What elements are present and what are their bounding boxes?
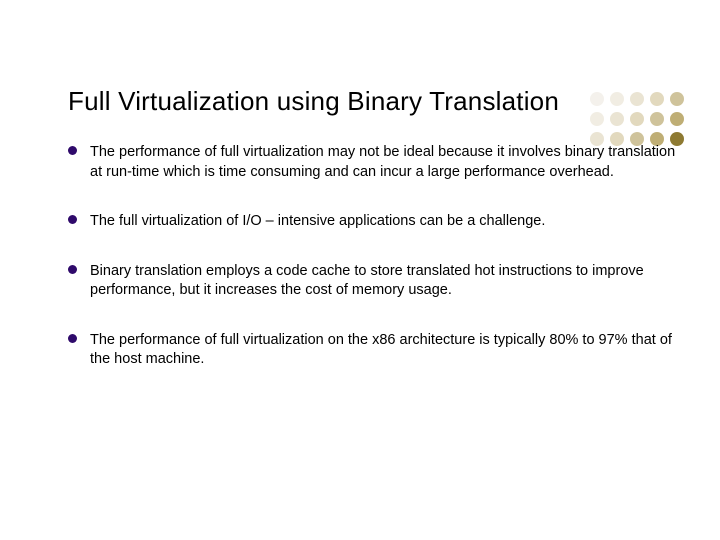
list-item: Binary translation employs a code cache … — [90, 262, 680, 301]
decorative-dot — [590, 92, 604, 106]
list-item: The full virtualization of I/O – intensi… — [90, 212, 680, 232]
decorative-dot — [670, 92, 684, 106]
bullet-icon — [68, 334, 77, 343]
decorative-dot — [670, 112, 684, 126]
decorative-dot — [610, 112, 624, 126]
body-area: The performance of full virtualization m… — [0, 117, 720, 370]
bullet-icon — [68, 215, 77, 224]
bullet-icon — [68, 265, 77, 274]
bullet-icon — [68, 146, 77, 155]
list-item-text: The performance of full virtualization o… — [90, 332, 672, 368]
list-item: The performance of full virtualization o… — [90, 331, 680, 370]
decorative-dot — [650, 112, 664, 126]
decorative-dot — [610, 92, 624, 106]
decorative-dot-grid — [590, 92, 684, 146]
decorative-dot — [630, 92, 644, 106]
decorative-dot — [630, 112, 644, 126]
slide: Full Virtualization using Binary Transla… — [0, 0, 720, 540]
decorative-dot — [650, 92, 664, 106]
list-item-text: Binary translation employs a code cache … — [90, 263, 644, 299]
decorative-dot — [590, 112, 604, 126]
list-item: The performance of full virtualization m… — [90, 143, 680, 182]
list-item-text: The performance of full virtualization m… — [90, 144, 675, 180]
list-item-text: The full virtualization of I/O – intensi… — [90, 213, 545, 229]
